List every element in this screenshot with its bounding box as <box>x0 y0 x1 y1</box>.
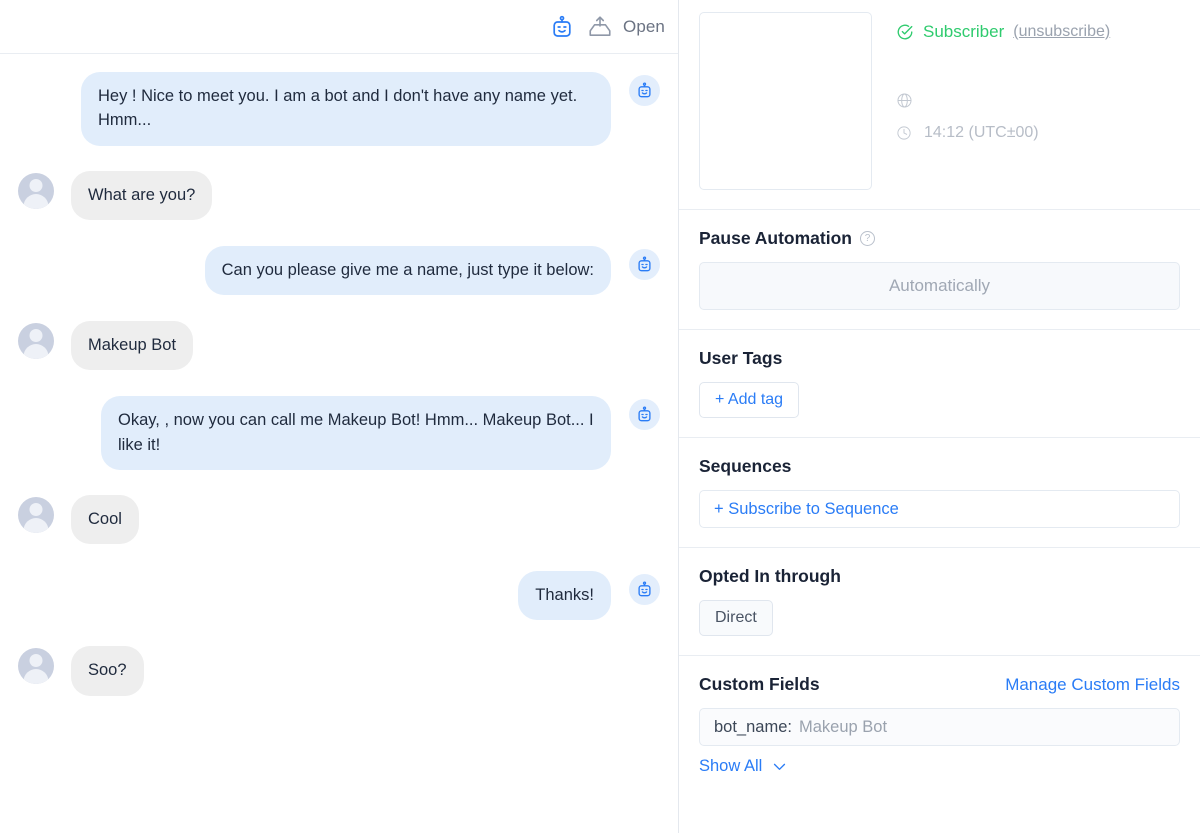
unsubscribe-link[interactable]: (unsubscribe) <box>1013 23 1110 41</box>
subscribe-to-sequence-button[interactable]: + Subscribe to Sequence <box>699 490 1180 528</box>
message-row: Cool <box>0 495 678 544</box>
custom-field-row[interactable]: bot_name: Makeup Bot <box>699 708 1180 746</box>
message-row: Can you please give me a name, just type… <box>0 246 678 295</box>
user-tags-title: User Tags <box>699 348 1180 369</box>
profile-photo-placeholder <box>699 12 872 190</box>
profile-meta: Subscriber (unsubscribe) <box>896 12 1180 190</box>
open-button[interactable]: Open <box>577 9 674 45</box>
status-badge: Subscriber (unsubscribe) <box>896 22 1180 42</box>
custom-fields-title: Custom Fields <box>699 674 820 695</box>
conversation-header: Open <box>0 0 678 54</box>
opted-in-section: Opted In through Direct <box>679 548 1200 656</box>
custom-field-key: bot_name: <box>714 718 792 737</box>
outbox-upload-icon <box>586 13 614 41</box>
custom-fields-section: Custom Fields Manage Custom Fields bot_n… <box>679 656 1200 795</box>
message-bubble-user: Soo? <box>71 646 144 695</box>
pause-automation-title: Pause Automation ? <box>699 228 1180 249</box>
message-list: Hey ! Nice to meet you. I am a bot and I… <box>0 54 678 833</box>
pause-automation-value: Automatically <box>889 276 990 296</box>
message-row: Makeup Bot <box>0 321 678 370</box>
show-all-button[interactable]: Show All <box>699 757 1180 776</box>
sequences-section: Sequences + Subscribe to Sequence <box>679 438 1200 548</box>
opted-in-value: Direct <box>699 600 773 636</box>
message-row: Hey ! Nice to meet you. I am a bot and I… <box>0 72 678 146</box>
avatar-user <box>18 648 54 684</box>
chevron-down-icon <box>771 758 788 775</box>
show-all-label: Show All <box>699 757 762 776</box>
avatar-bot <box>629 249 660 280</box>
message-row: Soo? <box>0 646 678 695</box>
message-bubble-bot: Thanks! <box>518 571 611 620</box>
message-bubble-user: What are you? <box>71 171 212 220</box>
custom-fields-header: Custom Fields Manage Custom Fields <box>699 674 1180 695</box>
avatar-user <box>18 173 54 209</box>
conversation-pane: Open Hey ! Nice to meet you. I am a bot … <box>0 0 679 833</box>
globe-icon <box>896 92 913 109</box>
open-label: Open <box>623 17 665 37</box>
message-row: Thanks! <box>0 571 678 620</box>
message-bubble-user: Cool <box>71 495 139 544</box>
avatar-bot <box>629 399 660 430</box>
time-value: 14:12 (UTC±00) <box>924 124 1039 142</box>
profile-section: Subscriber (unsubscribe) <box>679 0 1200 210</box>
opted-in-title: Opted In through <box>699 566 1180 587</box>
message-bubble-bot: Hey ! Nice to meet you. I am a bot and I… <box>81 72 611 146</box>
time-row: 14:12 (UTC±00) <box>896 124 1180 142</box>
question-mark-icon[interactable]: ? <box>860 231 875 246</box>
avatar-bot <box>629 75 660 106</box>
pause-automation-section: Pause Automation ? Automatically <box>679 210 1200 330</box>
avatar-bot <box>629 574 660 605</box>
message-row: Okay, , now you can call me Makeup Bot! … <box>0 396 678 470</box>
message-bubble-bot: Can you please give me a name, just type… <box>205 246 611 295</box>
avatar-user <box>18 497 54 533</box>
manage-custom-fields-link[interactable]: Manage Custom Fields <box>1005 675 1180 695</box>
robot-icon[interactable] <box>547 12 577 42</box>
locale-row <box>896 90 1180 110</box>
pause-automation-label: Pause Automation <box>699 228 852 249</box>
pause-automation-select[interactable]: Automatically <box>699 262 1180 310</box>
subscriber-label: Subscriber <box>923 22 1004 42</box>
clock-icon <box>896 125 912 141</box>
details-pane: Subscriber (unsubscribe) <box>679 0 1200 833</box>
app-root: Open Hey ! Nice to meet you. I am a bot … <box>0 0 1200 833</box>
avatar-user <box>18 323 54 359</box>
custom-field-value: Makeup Bot <box>799 718 887 737</box>
message-bubble-bot: Okay, , now you can call me Makeup Bot! … <box>101 396 611 470</box>
check-circle-icon <box>896 23 914 41</box>
user-tags-section: User Tags + Add tag <box>679 330 1200 438</box>
message-bubble-user: Makeup Bot <box>71 321 193 370</box>
message-row: What are you? <box>0 171 678 220</box>
add-tag-button[interactable]: + Add tag <box>699 382 799 418</box>
sequences-title: Sequences <box>699 456 1180 477</box>
